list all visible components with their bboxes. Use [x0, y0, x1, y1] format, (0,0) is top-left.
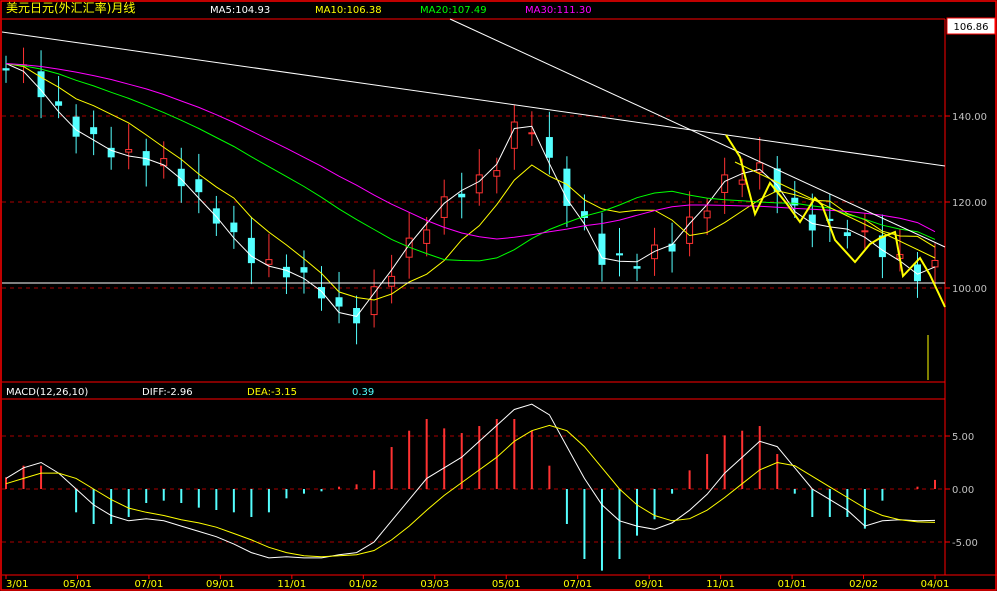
date-tick-label: 11/01	[706, 579, 735, 590]
date-tick-label: 01/01	[778, 579, 807, 590]
candle-body	[633, 266, 641, 269]
candle-body	[528, 132, 536, 135]
candle-body	[90, 127, 98, 135]
price-tick-label: 100.00	[952, 284, 987, 295]
candle-body	[2, 68, 10, 71]
candle-body	[247, 237, 255, 264]
price-tick-label: 120.00	[952, 198, 987, 209]
candle-body	[703, 210, 711, 219]
ma10-readout: MA10:106.38	[315, 5, 382, 16]
candle-body	[493, 170, 501, 177]
ma20-readout: MA20:107.49	[420, 5, 487, 16]
ma5-readout: MA5:104.93	[210, 5, 270, 16]
macd-histogram	[5, 419, 936, 571]
candle-body	[475, 174, 483, 194]
price-axis-labels: 140.00 120.00 100.00	[945, 112, 987, 295]
date-tick-label: 07/01	[563, 579, 592, 590]
date-tick-label: 02/02	[849, 579, 878, 590]
candle-body	[195, 179, 203, 193]
candle-body	[318, 287, 326, 299]
candle-body	[563, 168, 571, 206]
date-axis-labels: 3/01 05/01 07/01 09/01 11/01 01/02 03/03 05/01 0…	[5, 575, 950, 590]
long-term-resistance-line	[1, 31, 946, 167]
candle-body	[282, 266, 290, 278]
date-tick-label: 3/01	[6, 579, 28, 590]
candle-body	[861, 230, 869, 233]
last-price-value: 106.86	[954, 22, 989, 33]
candle-body	[510, 121, 518, 149]
dea-readout: DEA:-3.15	[247, 387, 297, 398]
candle-body	[843, 232, 851, 237]
date-tick-label: 01/02	[349, 579, 378, 590]
macd-grid	[2, 435, 945, 543]
macd-tick-label: -5.00	[952, 538, 978, 549]
date-tick-label: 09/01	[635, 579, 664, 590]
candle-body	[615, 253, 623, 256]
candle-body	[423, 229, 431, 244]
moving-average-lines	[5, 63, 936, 317]
candle-body	[598, 233, 606, 265]
date-tick-label: 03/03	[420, 579, 449, 590]
candle-body	[230, 222, 238, 233]
candle-body	[545, 137, 553, 158]
price-tick-label: 140.00	[952, 112, 987, 123]
diff-line	[5, 403, 936, 559]
macd-tick-label: 0.00	[952, 485, 974, 496]
candle-body	[335, 297, 343, 307]
candle-body	[440, 196, 448, 218]
candle-body	[300, 267, 308, 273]
date-tick-label: 11/01	[277, 579, 306, 590]
macd-readout: 0.39	[352, 387, 374, 398]
macd-tick-label: 5.00	[952, 432, 974, 443]
macd-axis-labels: 5.00 0.00 -5.00	[945, 432, 978, 549]
candle-body	[388, 275, 396, 287]
diff-readout: DIFF:-2.96	[142, 387, 193, 398]
chart-title: 美元日元(外汇汇率)月线	[6, 0, 135, 15]
ma30-readout: MA30:111.30	[525, 5, 592, 16]
date-tick-label: 04/01	[921, 579, 950, 590]
macd-title: MACD(12,26,10)	[6, 387, 88, 398]
steep-resistance-line	[449, 18, 946, 248]
candle-body	[931, 259, 939, 268]
date-tick-label: 05/01	[63, 579, 92, 590]
candle-body	[55, 101, 63, 106]
candle-body	[125, 149, 133, 153]
candle-body	[458, 193, 466, 198]
date-tick-label: 09/01	[206, 579, 235, 590]
date-tick-label: 07/01	[135, 579, 164, 590]
ma5-line	[5, 63, 936, 317]
candle-body	[738, 179, 746, 185]
candle-body	[72, 116, 80, 137]
channel-upper-line	[734, 161, 936, 259]
candle-body	[878, 235, 886, 258]
trendlines	[1, 18, 946, 380]
chart-canvas: 美元日元(外汇汇率)月线 MA5:104.93 MA10:106.38 MA20…	[0, 0, 997, 591]
candle-body	[265, 259, 273, 265]
date-tick-label: 05/01	[492, 579, 521, 590]
price-grid	[2, 115, 945, 289]
macd-lines	[5, 403, 936, 559]
